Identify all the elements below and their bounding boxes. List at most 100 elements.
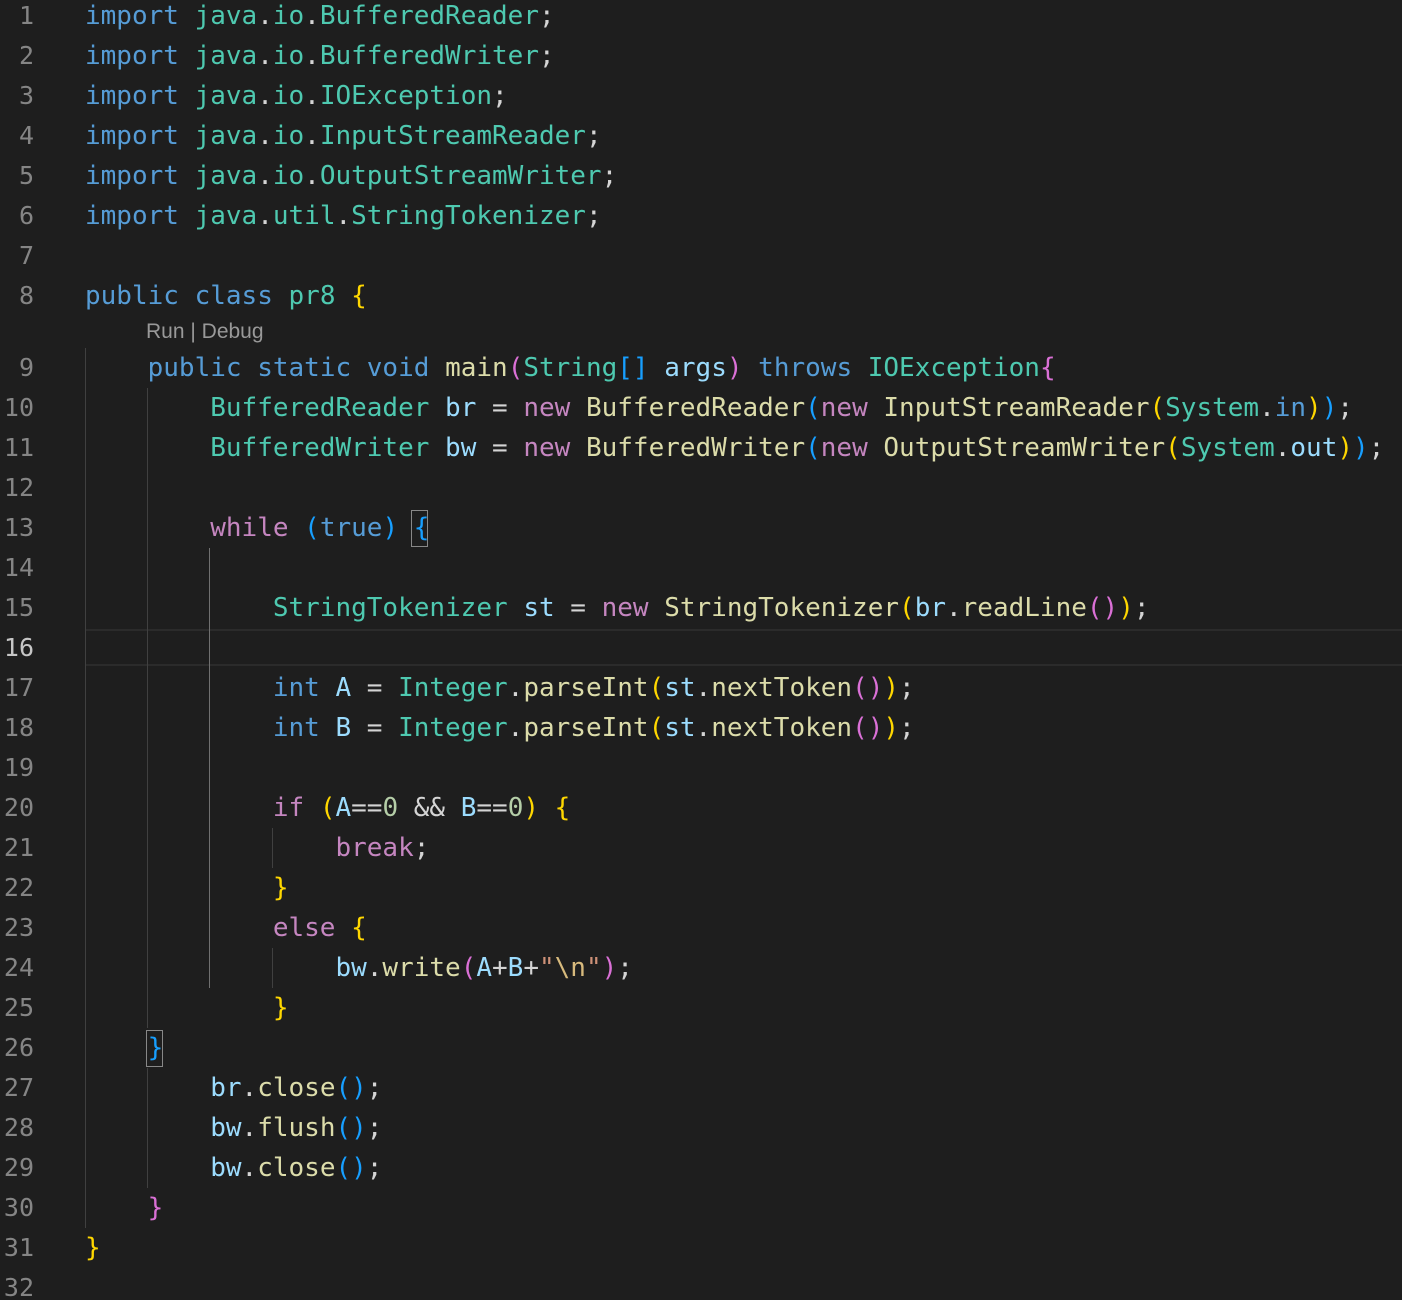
code-line[interactable]: 17 int A = Integer.parseInt(st.nextToken… xyxy=(0,668,1402,708)
code-token: new xyxy=(820,433,868,463)
code-token: ( xyxy=(805,393,821,423)
code-line[interactable]: 22 } xyxy=(0,868,1402,908)
code-line[interactable]: 7 xyxy=(0,236,1402,276)
code-token: public xyxy=(85,281,179,311)
code-token: ( xyxy=(335,1113,352,1143)
codelens-run-debug[interactable]: Run | Debug xyxy=(146,316,264,348)
code-line[interactable]: 30 } xyxy=(0,1188,1402,1228)
code-line[interactable]: 11 BufferedWriter bw = new BufferedWrite… xyxy=(0,428,1402,468)
code-token: io xyxy=(272,121,305,151)
code-line[interactable]: 19 xyxy=(0,748,1402,788)
code-line[interactable]: 29 bw.close(); xyxy=(0,1148,1402,1188)
code-token: ; xyxy=(413,833,430,863)
code-line[interactable]: 10 BufferedReader br = new BufferedReade… xyxy=(0,388,1402,428)
line-number: 17 xyxy=(3,673,34,702)
code-line[interactable]: 8 public class pr8 { xyxy=(0,276,1402,316)
code-token: ( xyxy=(319,793,336,823)
code-token: ) xyxy=(523,793,539,823)
code-token: . xyxy=(304,1,320,31)
line-number: 1 xyxy=(18,1,34,30)
code-line[interactable]: 16 xyxy=(0,628,1402,668)
code-token: while xyxy=(210,513,289,543)
code-line[interactable]: 25 } xyxy=(0,988,1402,1028)
code-line[interactable]: 6 import java.util.StringTokenizer; xyxy=(0,196,1402,236)
line-code: else { xyxy=(85,908,367,948)
code-token: ) xyxy=(1321,393,1338,423)
code-token: ; xyxy=(366,1153,383,1183)
code-token: java xyxy=(194,1,258,31)
code-token: " xyxy=(538,953,555,983)
code-token: ) xyxy=(351,1113,367,1143)
code-line[interactable]: 2 import java.io.BufferedWriter; xyxy=(0,36,1402,76)
code-line[interactable]: 23 else { xyxy=(0,908,1402,948)
code-line[interactable]: 4 import java.io.InputStreamReader; xyxy=(0,116,1402,156)
code-line[interactable]: 3 import java.io.IOException; xyxy=(0,76,1402,116)
code-line[interactable]: 26 } xyxy=(0,1028,1402,1068)
code-token: BufferedWriter xyxy=(210,433,430,463)
code-token: ; xyxy=(899,673,915,703)
code-token: new xyxy=(523,433,571,463)
line-number: 8 xyxy=(18,281,34,310)
code-token: ( xyxy=(507,353,524,383)
code-token: ; xyxy=(1133,593,1150,623)
code-line[interactable]: 13 while (true) { xyxy=(0,508,1402,548)
code-token: ; xyxy=(538,1,555,31)
code-token: . xyxy=(1259,393,1275,423)
line-code: int A = Integer.parseInt(st.nextToken())… xyxy=(85,668,915,708)
line-number: 20 xyxy=(3,793,34,822)
line-number: 11 xyxy=(3,433,34,462)
code-line[interactable]: 31} xyxy=(0,1228,1402,1268)
code-token: ) xyxy=(351,1073,367,1103)
line-number: 21 xyxy=(3,833,34,862)
code-line[interactable]: 20 if (A==0 && B==0) { xyxy=(0,788,1402,828)
code-line[interactable]: 15 StringTokenizer st = new StringTokeni… xyxy=(0,588,1402,628)
code-editor[interactable]: Run | Debug 1 import java.io.BufferedRead… xyxy=(0,0,1402,1300)
code-token: ( xyxy=(460,953,477,983)
code-token: BufferedReader xyxy=(585,393,806,423)
code-line[interactable]: 28 bw.flush(); xyxy=(0,1108,1402,1148)
code-token: . xyxy=(257,161,273,191)
code-token: ( xyxy=(899,593,915,623)
line-number: 6 xyxy=(18,201,34,230)
code-line[interactable]: 27 br.close(); xyxy=(0,1068,1402,1108)
code-token: ) xyxy=(867,673,884,703)
code-token: [] xyxy=(617,353,649,383)
code-token: ( xyxy=(1149,393,1166,423)
code-token: ) xyxy=(1102,593,1119,623)
code-token: == xyxy=(351,793,383,823)
code-token: BufferedReader xyxy=(210,393,430,423)
code-line[interactable]: 5 import java.io.OutputStreamWriter; xyxy=(0,156,1402,196)
code-token: util xyxy=(272,201,336,231)
code-line[interactable]: 21 break; xyxy=(0,828,1402,868)
line-code: } xyxy=(85,988,289,1028)
code-line[interactable]: 24 bw.write(A+B+"\n"); xyxy=(0,948,1402,988)
code-line[interactable]: 18 int B = Integer.parseInt(st.nextToken… xyxy=(0,708,1402,748)
code-token: } xyxy=(85,1233,101,1263)
code-line[interactable]: 1 import java.io.BufferedReader; xyxy=(0,0,1402,36)
code-token: java xyxy=(194,121,258,151)
code-line[interactable]: 14 xyxy=(0,548,1402,588)
code-line[interactable]: 9 public static void main(String[] args)… xyxy=(0,348,1402,388)
line-number: 23 xyxy=(3,913,34,942)
code-line[interactable]: 32 xyxy=(0,1268,1402,1300)
code-token: } xyxy=(147,1193,164,1223)
line-code: BufferedReader br = new BufferedReader(n… xyxy=(85,388,1353,428)
code-token: bw xyxy=(445,433,477,463)
line-number: 4 xyxy=(18,121,34,150)
code-line[interactable]: 12 xyxy=(0,468,1402,508)
line-code: import java.io.InputStreamReader; xyxy=(85,116,602,156)
code-token: B xyxy=(460,793,477,823)
line-number: 19 xyxy=(3,753,34,782)
code-token: ) xyxy=(867,713,884,743)
code-token: st xyxy=(523,593,555,623)
line-code: import java.io.BufferedWriter; xyxy=(85,36,555,76)
